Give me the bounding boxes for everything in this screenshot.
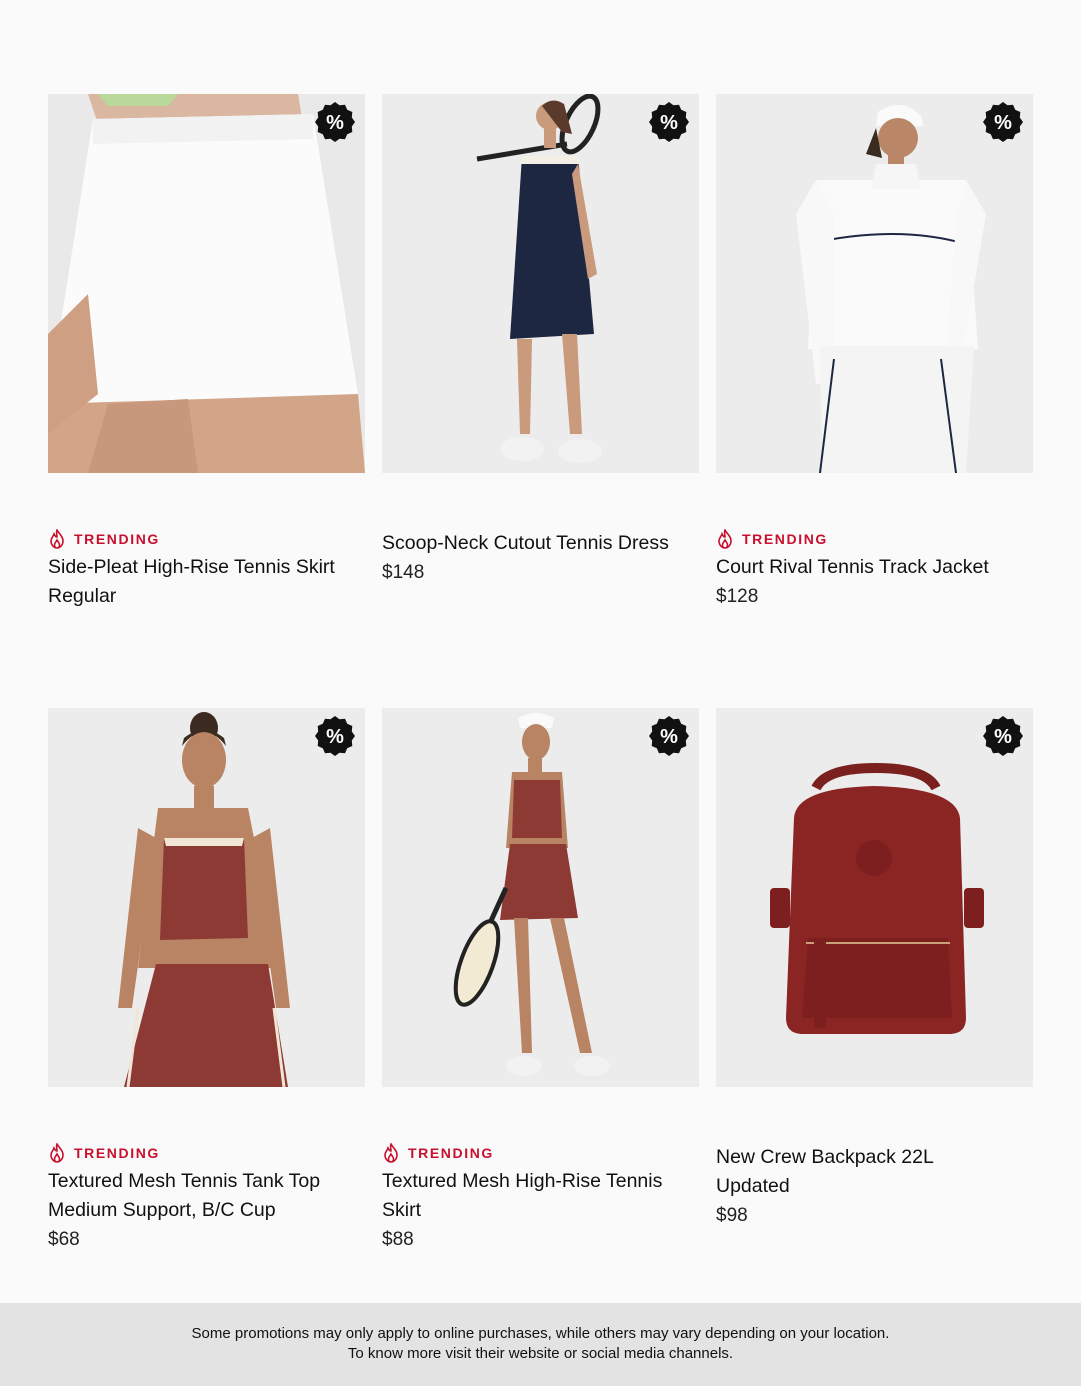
trending-label: TRENDING (408, 1145, 494, 1161)
product-card[interactable]: % New Crew Backpack 22L Updated $98 (716, 708, 1033, 1258)
product-card[interactable]: % TRENDING Side-Pleat High-Rise Tennis S… (48, 94, 365, 614)
red-backpack-photo (716, 708, 1033, 1087)
svg-text:%: % (660, 112, 678, 134)
product-variant: Regular (48, 585, 117, 607)
product-name[interactable]: Textured Mesh High-Rise Tennis (382, 1167, 699, 1196)
disclaimer-line: To know more visit their website or soci… (347, 1345, 734, 1362)
svg-text:%: % (326, 112, 344, 134)
svg-text:%: % (660, 726, 678, 748)
discount-badge-icon: % (315, 102, 355, 142)
trending-label: TRENDING (742, 531, 828, 547)
disclaimer-line: Some promotions may only apply to online… (191, 1325, 890, 1342)
product-name[interactable]: New Crew Backpack 22L (716, 1143, 1033, 1172)
product-image[interactable]: % (716, 94, 1033, 473)
product-name[interactable]: Scoop-Neck Cutout Tennis Dress (382, 529, 699, 558)
white-track-jacket-photo (716, 94, 1033, 473)
white-pleated-skirt-photo (48, 94, 365, 473)
flame-icon (384, 1143, 398, 1163)
product-image[interactable]: % (716, 708, 1033, 1087)
red-mesh-skirt-photo (382, 708, 699, 1087)
svg-text:%: % (994, 112, 1012, 134)
trending-tag: TRENDING (382, 1143, 699, 1163)
product-name[interactable]: Textured Mesh Tennis Tank Top (48, 1167, 365, 1196)
discount-badge-icon: % (649, 716, 689, 756)
promo-disclaimer: Some promotions may only apply to online… (0, 1303, 1081, 1386)
svg-text:%: % (326, 726, 344, 748)
red-mesh-tank-photo (48, 708, 365, 1087)
trending-tag: TRENDING (48, 529, 365, 549)
navy-tennis-dress-photo (382, 94, 699, 473)
product-card[interactable]: % TRENDING Textured Mesh High-Rise Tenni… (382, 708, 699, 1258)
discount-badge-icon: % (649, 102, 689, 142)
product-image[interactable]: % (48, 94, 365, 473)
trending-label: TRENDING (74, 1145, 160, 1161)
product-name[interactable]: Side-Pleat High-Rise Tennis Skirt (48, 553, 365, 582)
svg-text:%: % (994, 726, 1012, 748)
flame-icon (718, 529, 732, 549)
product-price: $148 (382, 562, 425, 583)
trending-tag: TRENDING (48, 1143, 365, 1163)
product-price: $128 (716, 586, 759, 607)
trending-label: TRENDING (74, 531, 160, 547)
product-name[interactable]: Court Rival Tennis Track Jacket (716, 553, 1033, 582)
product-variant: Updated (716, 1175, 790, 1197)
product-variant: Skirt (382, 1199, 421, 1221)
discount-badge-icon: % (315, 716, 355, 756)
product-price: $98 (716, 1205, 748, 1226)
product-card[interactable]: % TRENDING Textured Mesh Tennis Tank Top… (48, 708, 365, 1258)
product-card[interactable]: % TRENDING Court Rival Tennis Track Jack… (716, 94, 1033, 614)
product-price: $88 (382, 1229, 414, 1250)
flame-icon (50, 529, 64, 549)
discount-badge-icon: % (983, 102, 1023, 142)
product-card[interactable]: % Scoop-Neck Cutout Tennis Dress $148 (382, 94, 699, 614)
product-image[interactable]: % (48, 708, 365, 1087)
product-price: $68 (48, 1229, 80, 1250)
flame-icon (50, 1143, 64, 1163)
product-image[interactable]: % (382, 708, 699, 1087)
trending-tag: TRENDING (716, 529, 1033, 549)
product-image[interactable]: % (382, 94, 699, 473)
discount-badge-icon: % (983, 716, 1023, 756)
product-variant: Medium Support, B/C Cup (48, 1199, 276, 1221)
